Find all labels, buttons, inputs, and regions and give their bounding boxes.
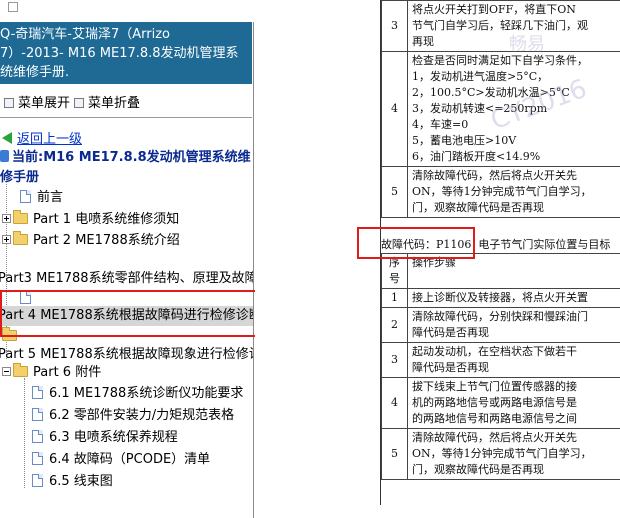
expand-plus-icon[interactable] xyxy=(2,235,11,244)
steps-table-top: 3 将点火开关打到OFF，将直下ON 节气门自学习后，轻踩几下油门，观 再现 4… xyxy=(381,0,620,218)
expand-menu-button[interactable]: 菜单展开 xyxy=(4,92,70,111)
table-row: 1 接上诊断仪及转接器，将点火开关置 xyxy=(381,288,620,308)
table-row: 5 清除故障代码，然后将点火开关先 ON，等待1分钟完成节气门自学习， 门，观察… xyxy=(381,428,620,480)
document-icon xyxy=(20,190,31,203)
step-text: 拔下线束上节气门位置传感器的接 机的两路地信号或两路电源信号是 的两路地信号和两… xyxy=(407,377,620,429)
fault-code-description: 电子节气门实际位置与目标 xyxy=(478,238,611,251)
step-number: 3 xyxy=(381,0,408,52)
current-location: 当前:M16 ME17.8.8发动机管理系统维 xyxy=(0,148,251,168)
tree-item-part2[interactable]: Part 2 ME1788系统介绍 xyxy=(2,231,180,251)
window-icon xyxy=(8,2,18,12)
collapse-minus-icon[interactable] xyxy=(2,367,11,376)
step-number: 2 xyxy=(381,307,408,343)
title-line-3: 统维修手册. xyxy=(0,65,70,80)
document-icon xyxy=(32,430,43,443)
table-row: 3 起动发动机，在空档状态下做若干 障代码是否再现 xyxy=(381,342,620,378)
tree-item-part3[interactable]: Part3 ME1788系统零部件结构、原理及故障 xyxy=(0,269,253,289)
tree-child-6-3[interactable]: 6.3 电喷系统保养规程 xyxy=(32,428,178,448)
document-icon xyxy=(32,452,43,465)
divider xyxy=(0,117,252,118)
menu-toolbar: 菜单展开 菜单折叠 xyxy=(0,90,252,112)
title-line-2: 7）-2013- M16 ME17.8.8发动机管理系 xyxy=(0,46,239,61)
highlight-box-part4 xyxy=(0,290,268,337)
tree-line-children xyxy=(24,378,25,488)
folder-icon xyxy=(13,210,28,224)
current-marker-icon xyxy=(0,150,9,162)
tree-child-6-5[interactable]: 6.5 线束图 xyxy=(32,472,113,492)
step-number: 5 xyxy=(381,428,408,480)
document-icon xyxy=(32,474,43,487)
tree-child-6-2[interactable]: 6.2 零部件安装力/力矩规范表格 xyxy=(32,406,234,426)
steps-table-bottom: 序号 操作步骤 1 接上诊断仪及转接器，将点火开关置 2 清除故障代码，分别快踩… xyxy=(381,253,620,480)
step-number: 3 xyxy=(381,342,408,378)
table-row: 3 将点火开关打到OFF，将直下ON 节气门自学习后，轻踩几下油门，观 再现 xyxy=(381,0,620,52)
step-number: 1 xyxy=(381,288,408,308)
title-line-1: Q-奇瑞汽车-艾瑞泽7（Arrizo xyxy=(0,27,170,42)
content-gap xyxy=(255,22,380,518)
table-row: 2 清除故障代码，分别快踩和慢踩油门 障代码是否再现 xyxy=(381,307,620,343)
table-row: 4 拔下线束上节气门位置传感器的接 机的两路地信号或两路电源信号是 的两路地信号… xyxy=(381,377,620,429)
step-text: 将点火开关打到OFF，将直下ON 节气门自学习后，轻踩几下油门，观 再现 xyxy=(407,0,620,52)
step-number: 4 xyxy=(381,377,408,429)
tree-child-6-1[interactable]: 6.1 ME1788系统诊断仪功能要求 xyxy=(32,384,243,404)
document-bottom xyxy=(380,505,620,518)
step-text: 清除故障代码，分别快踩和慢踩油门 障代码是否再现 xyxy=(407,307,620,343)
expand-icon xyxy=(4,98,14,108)
document-pane: 3 将点火开关打到OFF，将直下ON 节气门自学习后，轻踩几下油门，观 再现 4… xyxy=(380,0,620,518)
step-number: 5 xyxy=(381,166,408,218)
back-arrow-icon xyxy=(2,132,12,144)
step-number: 4 xyxy=(381,51,408,167)
step-text: 起动发动机，在空档状态下做若干 障代码是否再现 xyxy=(407,342,620,378)
collapse-icon xyxy=(74,98,84,108)
back-link[interactable]: 返回上一级 xyxy=(2,130,82,150)
tree-child-6-4[interactable]: 6.4 故障码（PCODE）清单 xyxy=(32,450,210,470)
step-text: 接上诊断仪及转接器，将点火开关置 xyxy=(407,288,620,308)
tree-item-part1[interactable]: Part 1 电喷系统维修须知 xyxy=(2,210,179,230)
collapse-menu-button[interactable]: 菜单折叠 xyxy=(74,92,140,111)
step-text: 检查是否同时满足如下自学习条件， 1，发动机进气温度>5°C， 2，100.5°… xyxy=(407,51,620,167)
tree-item-part6[interactable]: Part 6 附件 xyxy=(2,363,101,383)
tree-item-part5[interactable]: Part 5 ME1788系统根据故障现象进行检修诊 xyxy=(0,345,253,365)
document-icon xyxy=(32,408,43,421)
step-text: 清除故障代码，然后将点火开关先 ON，等待1分钟完成节气门自学习， 门，观察故障… xyxy=(407,428,620,480)
manual-title: Q-奇瑞汽车-艾瑞泽7（Arrizo 7）-2013- M16 ME17.8.8… xyxy=(0,22,252,84)
step-text: 清除故障代码，然后将点火开关先 ON，等待1分钟完成节气门自学习， 门，观察故障… xyxy=(407,166,620,218)
open-folder-icon xyxy=(13,363,28,377)
expand-plus-icon[interactable] xyxy=(2,214,11,223)
document-icon xyxy=(32,386,43,399)
table-row: 4 检查是否同时满足如下自学习条件， 1，发动机进气温度>5°C， 2，100.… xyxy=(381,51,620,167)
current-location-line2: 修手册 xyxy=(0,170,40,185)
folder-icon xyxy=(13,231,28,245)
navigation-pane: Q-奇瑞汽车-艾瑞泽7（Arrizo 7）-2013- M16 ME17.8.8… xyxy=(0,22,254,518)
tree-item-preface[interactable]: 前言 xyxy=(20,188,63,208)
table-row: 5 清除故障代码，然后将点火开关先 ON，等待1分钟完成节气门自学习， 门，观察… xyxy=(381,166,620,218)
highlight-box-fault-code xyxy=(357,227,475,259)
